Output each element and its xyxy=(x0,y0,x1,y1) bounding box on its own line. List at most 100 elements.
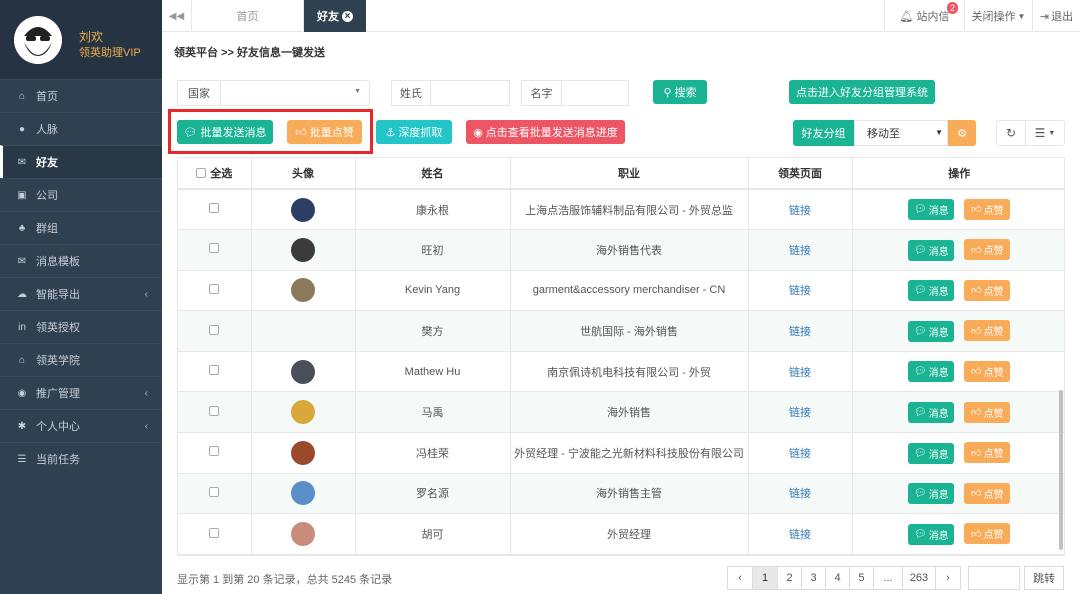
page-button[interactable]: ‹ xyxy=(727,566,753,590)
profile-panel: 刘欢 领英助理VIP xyxy=(0,0,162,79)
row-checkbox[interactable] xyxy=(209,243,220,254)
page-button[interactable]: ... xyxy=(873,566,903,590)
page-button[interactable]: 5 xyxy=(849,566,874,590)
linkedin-link[interactable]: 链接 xyxy=(789,488,811,500)
sidebar-item-4[interactable]: ♣ 群组 xyxy=(0,211,162,244)
sidebar-item-7[interactable]: in 领英授权 xyxy=(0,310,162,343)
close-ops-dropdown[interactable]: 关闭操作 ▼ xyxy=(964,0,1032,32)
row-checkbox[interactable] xyxy=(209,446,220,457)
table-row: 樊方 世航国际 - 海外销售 链接 💬︎ 消息 👍︎ 点赞 xyxy=(178,310,1064,352)
notification-badge: 2 xyxy=(946,2,958,14)
like-button[interactable]: 👍︎ 点赞 xyxy=(964,401,1011,423)
like-label: 点赞 xyxy=(983,327,1004,339)
page-button[interactable]: 2 xyxy=(777,566,802,590)
like-button[interactable]: 👍︎ 点赞 xyxy=(964,198,1011,220)
comment-icon: 💬︎ xyxy=(913,325,927,337)
like-button[interactable]: 👍︎ 点赞 xyxy=(964,239,1011,261)
close-tab-icon[interactable]: × xyxy=(342,10,353,22)
cell-name: 胡可 xyxy=(355,513,511,555)
name-input[interactable] xyxy=(561,80,629,106)
linkedin-link[interactable]: 链接 xyxy=(789,285,811,297)
like-button[interactable]: 👍︎ 点赞 xyxy=(964,442,1011,464)
page-button[interactable]: › xyxy=(935,566,961,590)
sidebar-item-9[interactable]: ◉ 推广管理 ‹ xyxy=(0,376,162,409)
sidebar-item-0[interactable]: ⌂ 首页 xyxy=(0,79,162,112)
row-checkbox[interactable] xyxy=(209,486,220,497)
col-select-all[interactable]: 全选 xyxy=(178,158,252,190)
page-button[interactable]: 263 xyxy=(902,566,936,590)
message-label: 消息 xyxy=(928,246,949,258)
sidebar-item-5[interactable]: ✉ 消息模板 xyxy=(0,244,162,277)
sidebar-item-3[interactable]: ▣ 公司 xyxy=(0,178,162,211)
like-button[interactable]: 👍︎ 点赞 xyxy=(964,523,1011,545)
tab-friends[interactable]: 好友 × xyxy=(304,0,366,32)
sidebar-item-label: 当前任务 xyxy=(36,454,80,466)
table-scrollbar[interactable] xyxy=(1059,390,1063,550)
cell-actions: 💬︎ 消息 👍︎ 点赞 xyxy=(852,229,1064,271)
like-button[interactable]: 👍︎ 点赞 xyxy=(964,279,1011,301)
sidebar-item-label: 消息模板 xyxy=(36,256,80,268)
group-management-button[interactable]: 点击进入好友分组管理系统 xyxy=(789,80,935,104)
tab-home[interactable]: 首页 xyxy=(192,0,304,32)
row-checkbox[interactable] xyxy=(209,203,220,214)
linkedin-link[interactable]: 链接 xyxy=(789,448,811,460)
notifications-button[interactable]: 🔔︎ 站内信 2 xyxy=(884,0,964,32)
friend-avatar xyxy=(291,278,315,303)
col-linkedin: 领英页面 xyxy=(748,158,853,190)
sidebar-item-11[interactable]: ☰ 当前任务 xyxy=(0,442,162,475)
chevron-left-icon: ‹ xyxy=(144,387,148,399)
refresh-button[interactable]: ↻ xyxy=(996,120,1026,146)
view-progress-button[interactable]: ◉ 点击查看批量发送消息进度 xyxy=(466,120,625,144)
list-icon: ☰ xyxy=(1034,126,1046,140)
message-button[interactable]: 💬︎ 消息 xyxy=(908,239,955,261)
row-checkbox[interactable] xyxy=(209,405,220,416)
surname-input[interactable] xyxy=(430,80,510,106)
page-button[interactable]: 4 xyxy=(825,566,850,590)
linkedin-link[interactable]: 链接 xyxy=(789,245,811,257)
avatar[interactable] xyxy=(14,16,62,64)
jump-button[interactable]: 跳转 xyxy=(1024,566,1064,590)
message-button[interactable]: 💬︎ 消息 xyxy=(908,361,955,383)
gear-button[interactable]: ⚙ xyxy=(948,120,976,146)
message-button[interactable]: 💬︎ 消息 xyxy=(908,523,955,545)
message-button[interactable]: 💬︎ 消息 xyxy=(908,483,955,505)
sidebar-item-1[interactable]: ● 人脉 xyxy=(0,112,162,145)
linkedin-link[interactable]: 链接 xyxy=(789,367,811,379)
page-button[interactable]: 1 xyxy=(752,566,778,590)
row-checkbox[interactable] xyxy=(209,527,220,538)
linkedin-link[interactable]: 链接 xyxy=(789,407,811,419)
tab-back-button[interactable]: ◀◀ xyxy=(162,0,192,32)
sidebar-item-2[interactable]: ✉ 好友 xyxy=(0,145,162,178)
refresh-icon: ↻ xyxy=(1005,126,1017,140)
table-row: Mathew Hu 南京佩诗机电科技有限公司 - 外贸 链接 💬︎ 消息 👍︎ 点赞 xyxy=(178,351,1064,393)
sidebar-item-6[interactable]: ☁ 智能导出 ‹ xyxy=(0,277,162,310)
like-button[interactable]: 👍︎ 点赞 xyxy=(964,360,1011,382)
linkedin-link[interactable]: 链接 xyxy=(789,205,811,217)
deep-fetch-button[interactable]: ⚓︎ 深度抓取 xyxy=(376,120,452,144)
breadcrumb: 领英平台 >> 好友信息一键发送 xyxy=(174,47,325,59)
cell-select xyxy=(178,229,252,271)
cell-avatar xyxy=(251,391,356,434)
message-button[interactable]: 💬︎ 消息 xyxy=(908,402,955,424)
row-checkbox[interactable] xyxy=(209,365,220,376)
search-button[interactable]: ⚲ 搜索 xyxy=(653,80,707,104)
message-button[interactable]: 💬︎ 消息 xyxy=(908,442,955,464)
country-select[interactable]: ▼ xyxy=(220,80,370,106)
like-button[interactable]: 👍︎ 点赞 xyxy=(964,320,1011,342)
select-all-checkbox[interactable] xyxy=(196,168,207,178)
sidebar-item-10[interactable]: ✱ 个人中心 ‹ xyxy=(0,409,162,442)
linkedin-link[interactable]: 链接 xyxy=(789,529,811,541)
message-button[interactable]: 💬︎ 消息 xyxy=(908,199,955,221)
logout-button[interactable]: ⇥ 退出 xyxy=(1032,0,1080,32)
linkedin-link[interactable]: 链接 xyxy=(789,326,811,338)
row-checkbox[interactable] xyxy=(209,324,220,335)
jump-page-input[interactable] xyxy=(968,566,1020,590)
columns-button[interactable]: ☰ ▼ xyxy=(1025,120,1065,146)
message-button[interactable]: 💬︎ 消息 xyxy=(908,280,955,302)
move-to-select[interactable]: 移动至 ▼ xyxy=(854,120,948,146)
sidebar-item-8[interactable]: ⌂ 领英学院 xyxy=(0,343,162,376)
page-button[interactable]: 3 xyxy=(801,566,826,590)
message-button[interactable]: 💬︎ 消息 xyxy=(908,320,955,342)
row-checkbox[interactable] xyxy=(209,283,220,294)
like-button[interactable]: 👍︎ 点赞 xyxy=(964,482,1011,504)
